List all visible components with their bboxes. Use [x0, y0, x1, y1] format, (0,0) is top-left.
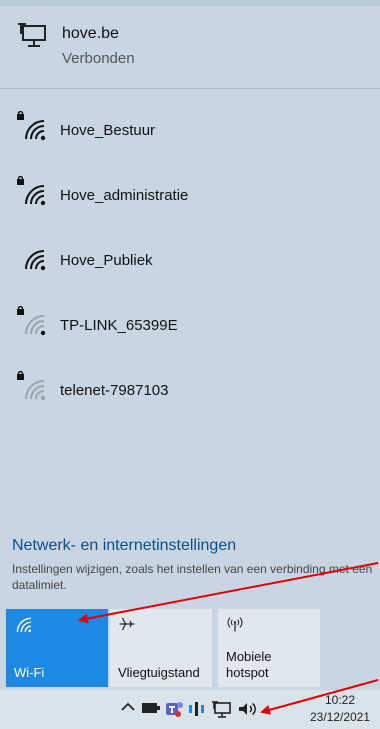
network-item-hove-publiek[interactable]: Hove_Publiek [0, 231, 380, 291]
meet-now-icon[interactable] [187, 700, 207, 723]
network-name: telenet-7987103 [60, 382, 169, 399]
network-item-hove-administratie[interactable]: Hove_administratie [0, 166, 380, 226]
network-item-hove-bestuur[interactable]: Hove_Bestuur [0, 101, 380, 161]
connected-network-status: Verbonden [62, 50, 135, 67]
wifi-weak-secured-icon [16, 370, 48, 408]
teams-icon[interactable] [164, 700, 184, 723]
network-icon[interactable] [212, 700, 232, 723]
top-strip [0, 0, 380, 6]
tile-label: Wi-Fi [14, 665, 45, 680]
network-settings-link[interactable]: Netwerk- en internetinstellingen [12, 537, 236, 555]
airplane-mode-tile[interactable]: Vliegtuigstand [110, 609, 212, 687]
connected-network-name: hove.be [62, 25, 119, 42]
network-name: TP-LINK_65399E [60, 317, 178, 334]
network-name: Hove_administratie [60, 187, 189, 204]
taskbar-clock[interactable]: 10:22 23/12/2021 [300, 692, 380, 726]
clock-time: 10:22 [324, 693, 356, 707]
wifi-toggle-tile[interactable]: Wi-Fi [6, 609, 108, 687]
divider [0, 88, 380, 89]
ethernet-icon [18, 20, 48, 55]
network-item-telenet[interactable]: telenet-7987103 [0, 361, 380, 421]
mobile-hotspot-tile[interactable]: Mobiele hotspot [218, 609, 320, 687]
network-item-tp-link[interactable]: TP-LINK_65399E [0, 296, 380, 356]
hotspot-icon [226, 615, 244, 638]
network-settings-description: Instellingen wijzigen, zoals het instell… [12, 562, 373, 592]
clock-date: 23/12/2021 [309, 710, 371, 724]
airplane-icon [118, 615, 136, 638]
wifi-secured-icon [16, 175, 48, 213]
wifi-icon [16, 241, 48, 278]
connected-network[interactable]: hove.be Verbonden [0, 12, 380, 80]
wifi-weak-secured-icon [16, 305, 48, 343]
network-flyout: hove.be Verbonden Hove_Bestuur Hove_admi… [0, 0, 380, 690]
chevron-up-icon[interactable] [120, 699, 136, 720]
taskbar: 10:22 23/12/2021 [0, 690, 380, 729]
battery-icon[interactable] [141, 700, 161, 721]
tile-label: Mobiele hotspot [226, 649, 272, 680]
volume-icon[interactable] [237, 700, 257, 723]
wifi-icon [14, 615, 32, 638]
wifi-secured-icon [16, 110, 48, 148]
network-name: Hove_Bestuur [60, 122, 156, 139]
network-name: Hove_Publiek [60, 252, 153, 269]
tile-label: Vliegtuigstand [118, 665, 200, 680]
